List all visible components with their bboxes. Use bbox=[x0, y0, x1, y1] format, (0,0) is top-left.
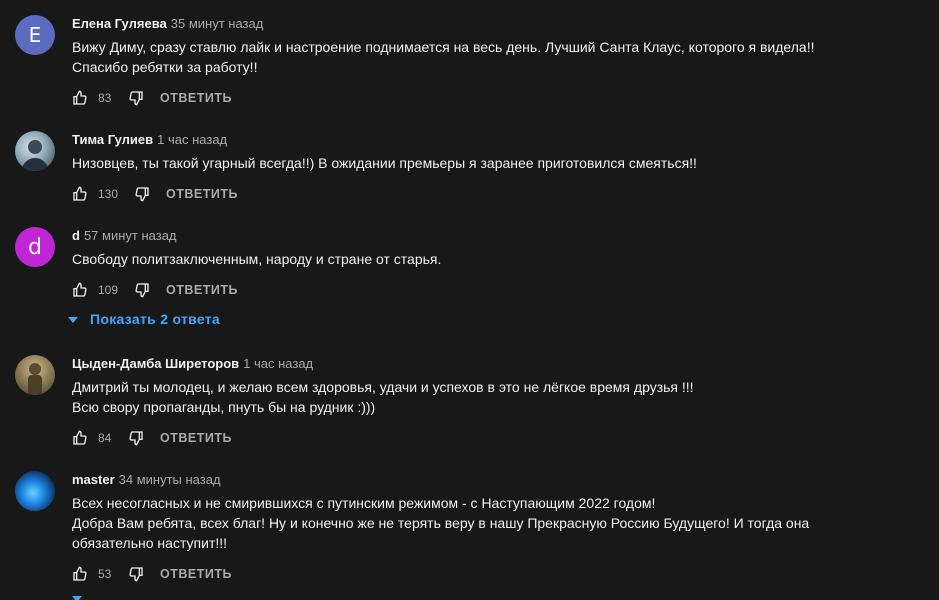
like-count: 130 bbox=[98, 187, 119, 201]
thumbs-up-icon[interactable] bbox=[72, 566, 88, 582]
author-name[interactable]: d bbox=[72, 228, 80, 243]
comment-header: Цыден-Дамба Ширеторов 1 час назад bbox=[72, 356, 313, 371]
comment-header: Тима Гулиев 1 час назад bbox=[72, 132, 227, 147]
like-count: 109 bbox=[98, 283, 119, 297]
author-name[interactable]: Тима Гулиев bbox=[72, 132, 153, 147]
thumbs-down-icon[interactable] bbox=[128, 430, 144, 446]
avatar[interactable] bbox=[15, 471, 55, 511]
comment-line: Вижу Диму, сразу ставлю лайк и настроени… bbox=[72, 39, 815, 55]
comment-line: Низовцев, ты такой угарный всегда!!) В о… bbox=[72, 155, 697, 171]
reply-button[interactable]: ОТВЕТИТЬ bbox=[160, 567, 232, 581]
comment-actions: 84 ОТВЕТИТЬ bbox=[72, 426, 232, 450]
avatar[interactable]: d bbox=[15, 227, 55, 267]
comment-actions: 130 ОТВЕТИТЬ bbox=[72, 182, 238, 206]
thumbs-down-icon[interactable] bbox=[134, 282, 150, 298]
comment-time[interactable]: 57 минут назад bbox=[84, 228, 177, 243]
comment-line: Дмитрий ты молодец, и желаю всем здоровь… bbox=[72, 379, 694, 395]
thumbs-up-icon[interactable] bbox=[72, 282, 88, 298]
comment-text: Свободу политзаключенным, народу и стран… bbox=[72, 249, 872, 269]
comment-header: master 34 минуты назад bbox=[72, 472, 221, 487]
comment-text: Дмитрий ты молодец, и желаю всем здоровь… bbox=[72, 377, 872, 417]
like-count: 84 bbox=[98, 431, 112, 445]
show-replies-button[interactable]: Показать 2 ответа bbox=[68, 311, 220, 327]
avatar[interactable]: E bbox=[15, 15, 55, 55]
like-count: 53 bbox=[98, 567, 112, 581]
author-name[interactable]: master bbox=[72, 472, 115, 487]
thumbs-down-icon[interactable] bbox=[128, 566, 144, 582]
comment-line: Свободу политзаключенным, народу и стран… bbox=[72, 251, 442, 267]
comment-time[interactable]: 35 минут назад bbox=[171, 16, 264, 31]
thumbs-up-icon[interactable] bbox=[72, 90, 88, 106]
comment-actions: 53 ОТВЕТИТЬ bbox=[72, 562, 232, 586]
comment-header: Елена Гуляева 35 минут назад bbox=[72, 16, 263, 31]
thumbs-down-icon[interactable] bbox=[128, 90, 144, 106]
comment-time[interactable]: 1 час назад bbox=[157, 132, 227, 147]
author-name[interactable]: Елена Гуляева bbox=[72, 16, 167, 31]
comment-text: Всех несогласных и не смирившихся с пути… bbox=[72, 493, 872, 553]
comment-actions: 109 ОТВЕТИТЬ bbox=[72, 278, 238, 302]
thumbs-up-icon[interactable] bbox=[72, 430, 88, 446]
thumbs-up-icon[interactable] bbox=[72, 186, 88, 202]
comment-time[interactable]: 1 час назад bbox=[243, 356, 313, 371]
comment-text: Низовцев, ты такой угарный всегда!!) В о… bbox=[72, 153, 872, 173]
show-replies-button-partial[interactable] bbox=[72, 596, 272, 600]
reply-button[interactable]: ОТВЕТИТЬ bbox=[160, 431, 232, 445]
comment-line: Добра Вам ребята, всех благ! Ну и конечн… bbox=[72, 515, 810, 531]
avatar[interactable] bbox=[15, 131, 55, 171]
chevron-down-icon bbox=[68, 311, 78, 327]
comment-text: Вижу Диму, сразу ставлю лайк и настроени… bbox=[72, 37, 872, 77]
comment-line: Всех несогласных и не смирившихся с пути… bbox=[72, 495, 656, 511]
comment-line: Всю свору пропаганды, пнуть бы на рудник… bbox=[72, 399, 376, 415]
reply-button[interactable]: ОТВЕТИТЬ bbox=[166, 283, 238, 297]
reply-button[interactable]: ОТВЕТИТЬ bbox=[160, 91, 232, 105]
comment-actions: 83 ОТВЕТИТЬ bbox=[72, 86, 232, 110]
show-replies-label: Показать 2 ответа bbox=[90, 311, 220, 327]
comment-line: Спасибо ребятки за работу!! bbox=[72, 59, 258, 75]
comment-line: обязательно наступит!!! bbox=[72, 535, 227, 551]
author-name[interactable]: Цыден-Дамба Ширеторов bbox=[72, 356, 239, 371]
avatar[interactable] bbox=[15, 355, 55, 395]
comment-header: d 57 минут назад bbox=[72, 228, 177, 243]
reply-button[interactable]: ОТВЕТИТЬ bbox=[166, 187, 238, 201]
thumbs-down-icon[interactable] bbox=[134, 186, 150, 202]
comment-time[interactable]: 34 минуты назад bbox=[119, 472, 221, 487]
like-count: 83 bbox=[98, 91, 112, 105]
